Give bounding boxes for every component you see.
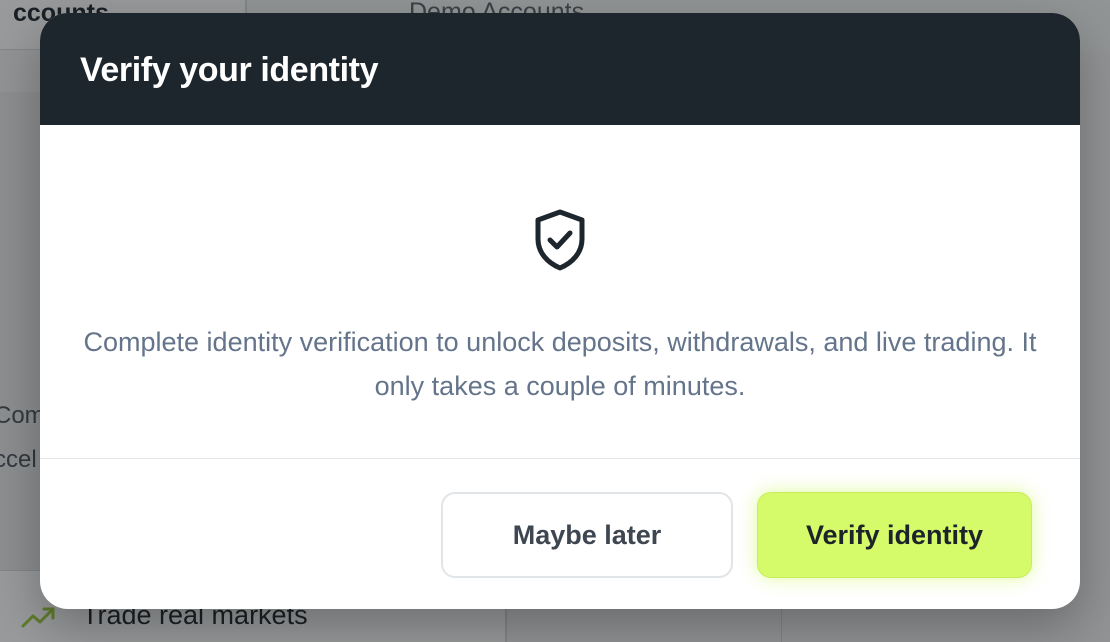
maybe-later-button[interactable]: Maybe later: [441, 492, 733, 578]
verify-identity-button[interactable]: Verify identity: [757, 492, 1032, 578]
dialog-footer: Maybe later Verify identity: [40, 459, 1080, 609]
dialog-message: Complete identity verification to unlock…: [83, 327, 1037, 401]
verify-identity-dialog: Verify your identity Complete identity v…: [40, 13, 1080, 609]
dialog-title: Verify your identity: [80, 51, 379, 89]
dialog-body: Complete identity verification to unlock…: [40, 125, 1080, 458]
dialog-header: Verify your identity: [40, 13, 1080, 125]
shield-check-icon: [535, 209, 585, 271]
